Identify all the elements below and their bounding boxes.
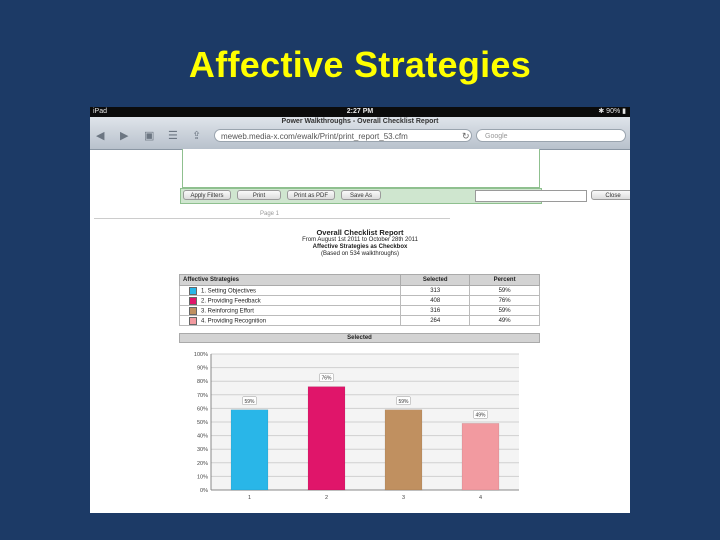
apply-filters-button[interactable]: Apply Filters (183, 190, 231, 200)
report-toolbar: Apply Filters Print Print as PDF Save As… (180, 188, 630, 204)
chart-title: Selected (179, 333, 540, 343)
status-bar: iPad 2:27 PM ✱ 90% ▮ (90, 107, 630, 117)
x-tick-label: 4 (479, 495, 482, 501)
y-tick-label: 90% (197, 366, 208, 372)
percent-cell: 59% (469, 305, 540, 316)
selected-bar-chart: 0% 10% 20% 30% 40% 50% 60% 70% 80% 90% 100% 59% 1 76%… (194, 352, 519, 501)
percent-cell: 59% (469, 285, 540, 296)
bar (461, 423, 500, 491)
browser-toolbar: Power Walkthroughs - Overall Checklist R… (90, 117, 630, 150)
battery-indicator: ✱ 90% ▮ (598, 107, 626, 117)
back-icon[interactable]: ◀ (96, 130, 104, 142)
selected-cell: 264 (400, 315, 471, 326)
legend-swatch (189, 306, 197, 315)
report-subtitle: Affective Strategies as Checkbox (312, 244, 408, 250)
url-bar[interactable]: meweb.media-x.com/ewalk/Print/print_repo… (214, 129, 472, 142)
slide-title: Affective Strategies (188, 44, 532, 85)
header-percent: Percent (469, 274, 540, 286)
strategy-label: 4. Providing Recognition (201, 318, 267, 325)
x-tick-label: 3 (402, 495, 405, 501)
data-label: 76% (321, 376, 332, 382)
battery-label: 90% (606, 108, 621, 115)
report-header: Overall Checklist Report From August 1st… (270, 228, 450, 258)
table-row: 1. Setting Objectives 313 59% (178, 285, 540, 296)
data-label: 49% (475, 412, 486, 418)
forward-icon[interactable]: ▶ (120, 130, 128, 142)
bar (307, 386, 346, 491)
filter-panel (182, 149, 540, 188)
strategy-cell: 3. Reinforcing Effort (178, 305, 402, 316)
table-row: 2. Providing Feedback 408 76% (178, 295, 540, 306)
y-tick-label: 60% (197, 406, 208, 412)
bar (384, 409, 423, 491)
header-strategy: Affective Strategies (178, 274, 402, 286)
strategy-cell: 1. Setting Objectives (178, 285, 402, 296)
reload-icon[interactable]: ↻ (462, 129, 470, 143)
strategy-cell: 2. Providing Feedback (178, 295, 402, 306)
page-title: Power Walkthroughs - Overall Checklist R… (281, 118, 439, 125)
y-tick-label: 100% (194, 352, 208, 358)
table-row: 3. Reinforcing Effort 316 59% (178, 305, 540, 316)
page-divider (94, 218, 450, 219)
percent-cell: 76% (469, 295, 540, 306)
selected-cell: 408 (400, 295, 471, 306)
bluetooth-icon: ✱ (598, 108, 605, 115)
ipad-screenshot: iPad 2:27 PM ✱ 90% ▮ Power Walkthroughs … (90, 107, 630, 513)
x-tick-label: 1 (248, 495, 251, 501)
legend-swatch (189, 316, 197, 325)
report-title: Overall Checklist Report (316, 228, 404, 237)
legend-swatch (189, 296, 197, 305)
page-label: Page 1 (260, 211, 280, 217)
strategies-table: Affective Strategies Selected Percent 1.… (178, 274, 540, 326)
y-tick-label: 80% (197, 379, 208, 385)
y-tick-label: 0% (200, 488, 208, 494)
selected-cell: 313 (400, 285, 471, 296)
selected-cell: 316 (400, 305, 471, 316)
y-tick-label: 30% (197, 447, 208, 453)
y-tick-label: 40% (197, 434, 208, 440)
save-as-input[interactable] (475, 190, 587, 202)
y-tick-label: 70% (197, 393, 208, 399)
search-input[interactable]: Google (476, 129, 626, 142)
strategy-cell: 4. Providing Recognition (178, 315, 402, 326)
share-icon[interactable]: ⇪ (192, 130, 201, 142)
legend-swatch (189, 286, 197, 295)
y-tick-label: 50% (197, 420, 208, 426)
save-as-button[interactable]: Save As (341, 190, 381, 200)
x-tick-label: 2 (325, 495, 328, 501)
strategy-label: 3. Reinforcing Effort (201, 308, 254, 315)
tabs-icon[interactable]: ▣ (144, 130, 154, 142)
strategy-label: 1. Setting Objectives (201, 288, 257, 295)
battery-icon: ▮ (622, 108, 626, 115)
close-button[interactable]: Close (591, 190, 630, 200)
report-date-range: From August 1st 2011 to October 28th 201… (302, 237, 418, 243)
print-pdf-button[interactable]: Print as PDF (287, 190, 335, 200)
strategy-label: 2. Providing Feedback (201, 298, 261, 305)
print-button[interactable]: Print (237, 190, 281, 200)
y-tick-label: 20% (197, 461, 208, 467)
data-label: 59% (398, 399, 409, 405)
header-selected: Selected (400, 274, 471, 286)
report-based-on: (Based on 534 walkthroughs) (320, 251, 400, 257)
bookmarks-icon[interactable]: ☰ (168, 130, 178, 142)
clock: 2:27 PM (346, 108, 374, 115)
bar (230, 409, 269, 491)
data-label: 59% (244, 399, 255, 405)
table-header-row: Affective Strategies Selected Percent (178, 274, 540, 286)
percent-cell: 49% (469, 315, 540, 326)
table-row: 4. Providing Recognition 264 49% (178, 315, 540, 326)
y-tick-label: 10% (197, 474, 208, 480)
